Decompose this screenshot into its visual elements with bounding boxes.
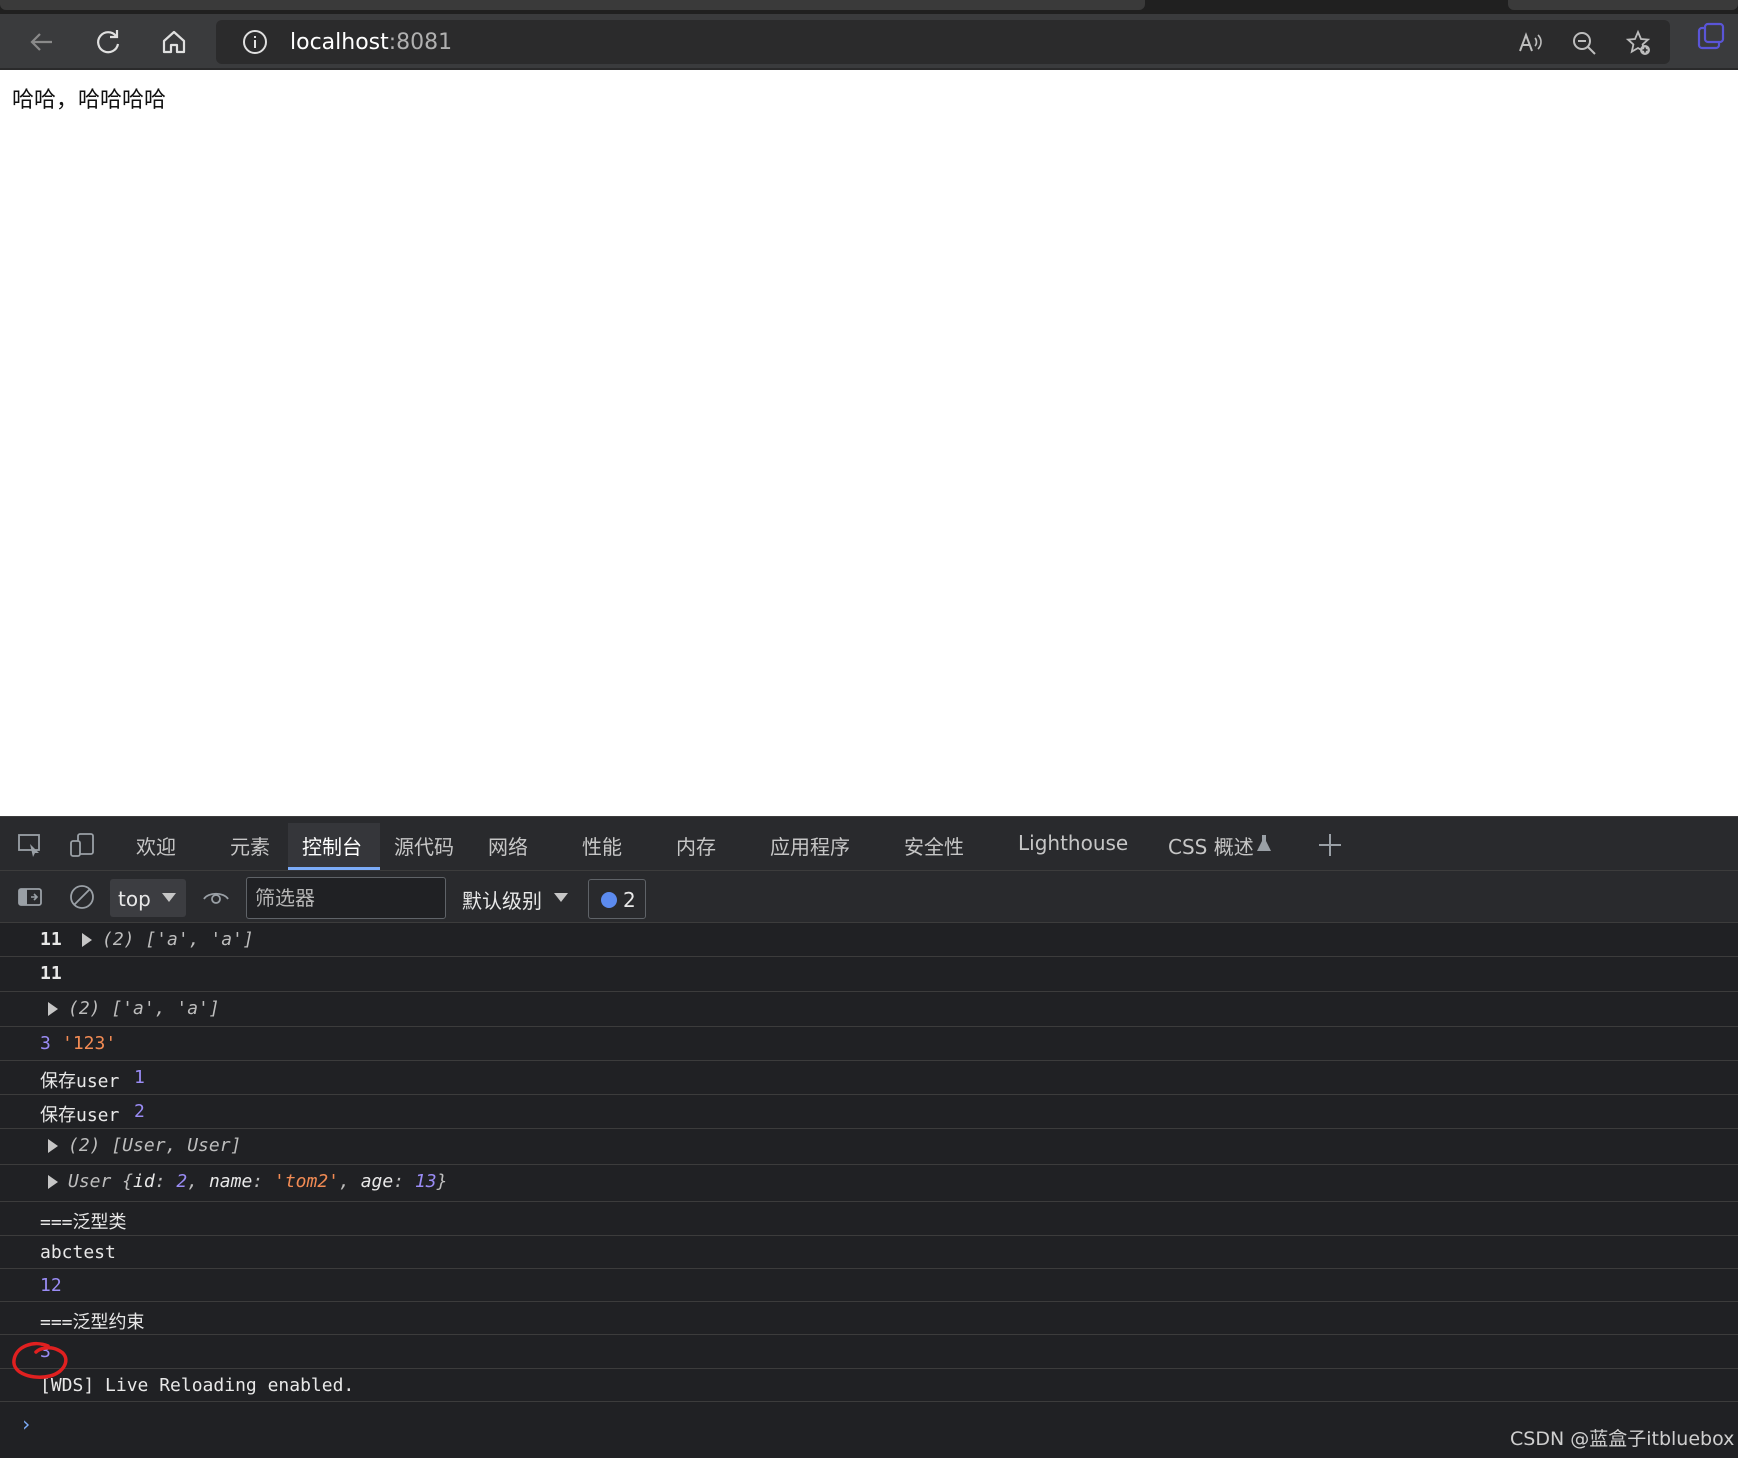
sidebar-toggle-icon[interactable] [16,883,44,911]
chevron-down-icon [554,893,568,902]
watermark: CSDN @蓝盒子itbluebox [1510,1428,1735,1450]
tab-security[interactable]: 安全性 [904,831,964,860]
message-bubble-icon [601,892,617,908]
console-row: 3 [0,1335,1738,1369]
browser-tab[interactable] [1508,0,1738,10]
tab-welcome[interactable]: 欢迎 [136,831,176,860]
active-tab-indicator [288,867,380,870]
issues-count: 2 [623,888,636,912]
home-icon [162,30,186,54]
tab-sources[interactable]: 源代码 [394,831,454,860]
log-level-selector[interactable]: 默认级别 [462,885,542,914]
tab-memory[interactable]: 内存 [676,831,716,860]
context-selector[interactable]: top [110,879,186,917]
console-row: 12 [0,1269,1738,1302]
expand-triangle-icon[interactable] [48,1139,58,1153]
console-row: 11 [0,957,1738,992]
console-row: (2) ['a', 'a'] [0,992,1738,1027]
tab-strip [0,0,1738,14]
read-aloud-icon[interactable] [1516,29,1544,57]
info-icon[interactable] [242,29,268,55]
address-bar[interactable]: localhost:8081 [216,20,1670,64]
inspect-element-icon[interactable] [16,831,44,859]
user-object-preview[interactable]: User {id: 2, name: 'tom2', age: 13} [68,1171,447,1192]
url-text[interactable]: localhost:8081 [290,30,452,55]
devtools-panel: 欢迎 元素 控制台 源代码 网络 性能 内存 应用程序 安全性 Lighthou… [0,816,1738,1458]
browser-toolbar: localhost:8081 [0,14,1738,70]
console-row: ===泛型类 [0,1202,1738,1236]
context-label: top [118,887,151,911]
tab-network[interactable]: 网络 [488,831,528,860]
devtools-tab-bar: 欢迎 元素 控制台 源代码 网络 性能 内存 应用程序 安全性 Lighthou… [0,817,1738,871]
live-expression-eye-icon[interactable] [202,883,230,911]
add-tab-icon[interactable] [1316,831,1344,859]
console-row: abctest [0,1236,1738,1269]
extension-icon[interactable] [1696,22,1726,52]
console-row: 保存user 1 [0,1061,1738,1095]
red-circle-annotation [12,1341,68,1379]
console-row: 保存user 2 [0,1095,1738,1129]
clear-console-icon[interactable] [68,883,96,911]
device-toolbar-icon[interactable] [68,831,96,859]
chevron-down-icon [162,893,176,902]
issues-badge[interactable]: 2 [588,879,646,919]
console-messages: 11 (2) ['a', 'a'] 11 (2) ['a', 'a'] 3 '1… [0,923,1738,1402]
expand-triangle-icon[interactable] [82,933,92,947]
back-button[interactable] [24,24,60,60]
tab-css-overview[interactable]: CSS 概述 [1168,831,1254,860]
tab-elements[interactable]: 元素 [230,831,270,860]
console-row: (2) [User, User] [0,1129,1738,1165]
page-viewport: 哈哈，哈哈哈哈 [0,70,1738,816]
refresh-icon [97,30,120,54]
favorites-add-icon[interactable] [1624,29,1652,57]
console-toolbar: top 默认级别 2 [0,871,1738,923]
tab-console[interactable]: 控制台 [302,831,362,860]
filter-input[interactable] [246,877,446,919]
browser-tab[interactable] [0,0,1145,10]
tab-lighthouse[interactable]: Lighthouse [1018,831,1128,855]
console-row: [WDS] Live Reloading enabled. [0,1369,1738,1402]
refresh-button[interactable] [90,24,126,60]
console-row: 11 (2) ['a', 'a'] [0,923,1738,957]
tab-application[interactable]: 应用程序 [770,831,850,860]
console-row: 3 '123' [0,1027,1738,1061]
experiment-flask-icon [1257,835,1271,851]
expand-triangle-icon[interactable] [48,1002,58,1016]
zoom-out-icon[interactable] [1570,29,1598,57]
tab-performance[interactable]: 性能 [582,831,622,860]
console-row: User {id: 2, name: 'tom2', age: 13} [0,1165,1738,1202]
back-icon [30,33,52,51]
home-button[interactable] [156,24,192,60]
console-row: ===泛型约束 [0,1302,1738,1335]
page-text: 哈哈，哈哈哈哈 [12,88,167,113]
expand-triangle-icon[interactable] [48,1175,58,1189]
console-prompt[interactable]: › [20,1412,32,1436]
